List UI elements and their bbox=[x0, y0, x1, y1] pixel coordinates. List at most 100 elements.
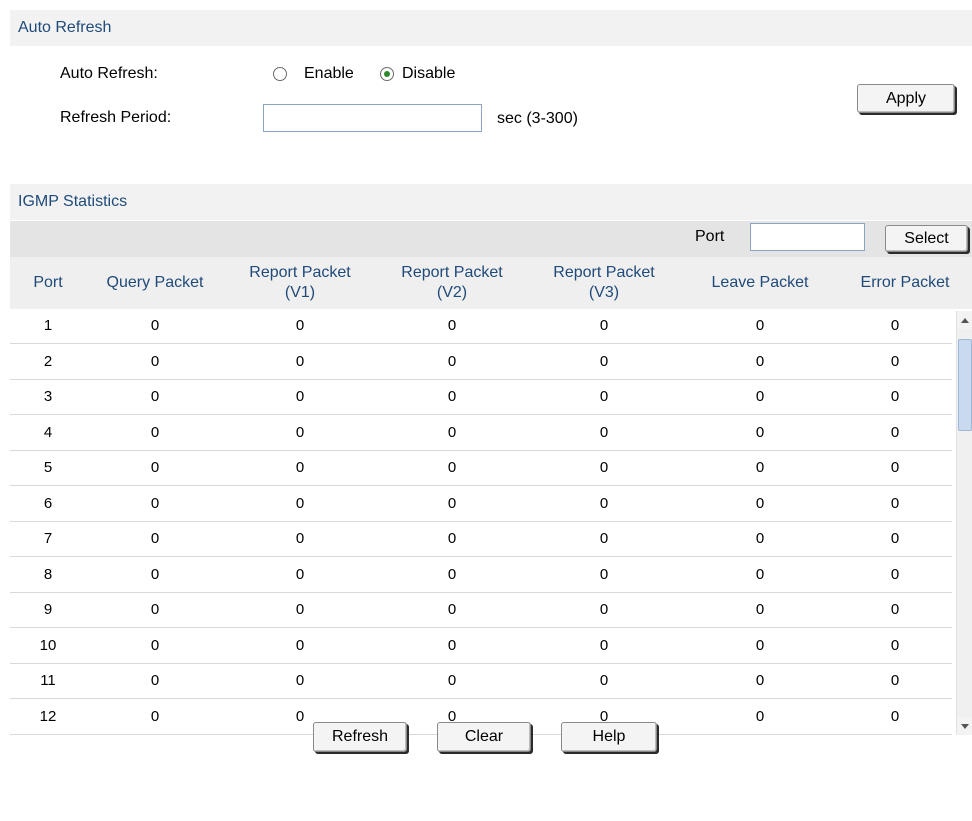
cell-report-packet-v2: 0 bbox=[447, 494, 457, 512]
disable-radio[interactable] bbox=[380, 67, 394, 81]
igmp-statistics-section-title: IGMP Statistics bbox=[10, 184, 972, 220]
table-row: 10 0 0 0 0 0 0 bbox=[10, 629, 952, 664]
cell-query-packet: 0 bbox=[150, 352, 160, 370]
table-row: 6 0 0 0 0 0 0 bbox=[10, 487, 952, 522]
refresh-period-input[interactable] bbox=[263, 104, 482, 132]
cell-report-packet-v1: 0 bbox=[295, 352, 305, 370]
cell-report-packet-v2: 0 bbox=[447, 352, 457, 370]
cell-leave-packet: 0 bbox=[755, 494, 765, 512]
cell-error-packet: 0 bbox=[890, 352, 900, 370]
cell-query-packet: 0 bbox=[150, 707, 160, 725]
cell-port: 5 bbox=[43, 459, 53, 476]
apply-button[interactable]: Apply bbox=[857, 84, 955, 113]
cell-report-packet-v2: 0 bbox=[447, 459, 457, 476]
port-filter-bar: Port Select bbox=[10, 221, 972, 257]
enable-radio[interactable] bbox=[273, 67, 287, 81]
cell-leave-packet: 0 bbox=[755, 636, 765, 654]
port-filter-input[interactable] bbox=[750, 223, 865, 251]
column-header-leave-packet: Leave Packet bbox=[711, 274, 809, 291]
clear-button[interactable]: Clear bbox=[437, 722, 531, 752]
cell-leave-packet: 0 bbox=[755, 530, 765, 547]
cell-report-packet-v3: 0 bbox=[599, 636, 609, 654]
cell-port: 3 bbox=[43, 388, 53, 405]
cell-report-packet-v1: 0 bbox=[295, 636, 305, 654]
statistics-table-body: 1000000200000030000004000000500000060000… bbox=[10, 309, 972, 735]
cell-error-packet: 0 bbox=[890, 565, 900, 583]
cell-port: 7 bbox=[43, 530, 53, 547]
cell-query-packet: 0 bbox=[150, 636, 160, 654]
column-header-query-packet: Query Packet bbox=[106, 274, 204, 291]
cell-report-packet-v3: 0 bbox=[599, 565, 609, 583]
refresh-button[interactable]: Refresh bbox=[313, 722, 407, 752]
auto-refresh-label: Auto Refresh: bbox=[60, 65, 158, 82]
cell-report-packet-v1: 0 bbox=[295, 317, 305, 334]
cell-query-packet: 0 bbox=[150, 601, 160, 618]
cell-error-packet: 0 bbox=[890, 388, 900, 405]
column-header-port: Port bbox=[33, 274, 63, 291]
cell-report-packet-v2: 0 bbox=[447, 317, 457, 334]
port-filter-label: Port bbox=[695, 228, 725, 245]
cell-query-packet: 0 bbox=[150, 530, 160, 547]
cell-report-packet-v3: 0 bbox=[599, 494, 609, 512]
cell-leave-packet: 0 bbox=[755, 565, 765, 583]
disable-radio-label[interactable]: Disable bbox=[402, 65, 455, 83]
cell-port: 8 bbox=[43, 565, 53, 583]
cell-report-packet-v2: 0 bbox=[447, 530, 457, 547]
cell-port: 1 bbox=[43, 317, 53, 334]
refresh-period-label: Refresh Period: bbox=[60, 109, 172, 126]
cell-port: 4 bbox=[43, 423, 53, 441]
table-row: 11 0 0 0 0 0 0 bbox=[10, 664, 952, 699]
table-row: 4 0 0 0 0 0 0 bbox=[10, 416, 952, 451]
cell-query-packet: 0 bbox=[150, 423, 160, 441]
cell-report-packet-v2: 0 bbox=[447, 636, 457, 654]
cell-report-packet-v3: 0 bbox=[599, 317, 609, 334]
enable-radio-label[interactable]: Enable bbox=[304, 65, 354, 83]
cell-leave-packet: 0 bbox=[755, 707, 765, 725]
cell-report-packet-v3: 0 bbox=[599, 530, 609, 547]
cell-port: 12 bbox=[39, 707, 57, 725]
cell-port: 6 bbox=[43, 494, 53, 512]
cell-port: 9 bbox=[43, 601, 53, 618]
cell-query-packet: 0 bbox=[150, 317, 160, 334]
column-header-report-packet-v3: Report Packet (V3) bbox=[553, 264, 655, 301]
cell-query-packet: 0 bbox=[150, 494, 160, 512]
cell-port: 11 bbox=[40, 672, 56, 689]
table-row: 5 0 0 0 0 0 0 bbox=[10, 451, 952, 486]
cell-report-packet-v2: 0 bbox=[447, 672, 457, 689]
table-row: 1 0 0 0 0 0 0 bbox=[10, 309, 952, 344]
cell-leave-packet: 0 bbox=[755, 317, 765, 334]
cell-report-packet-v2: 0 bbox=[447, 565, 457, 583]
scrollbar-thumb[interactable] bbox=[958, 339, 972, 431]
scroll-down-icon[interactable] bbox=[957, 717, 972, 735]
cell-leave-packet: 0 bbox=[755, 388, 765, 405]
cell-error-packet: 0 bbox=[890, 317, 900, 334]
cell-report-packet-v3: 0 bbox=[599, 459, 609, 476]
table-row: 2 0 0 0 0 0 0 bbox=[10, 345, 952, 380]
cell-report-packet-v1: 0 bbox=[295, 565, 305, 583]
cell-report-packet-v2: 0 bbox=[447, 423, 457, 441]
auto-refresh-section-title: Auto Refresh bbox=[10, 10, 972, 46]
column-header-report-packet-v2: Report Packet (V2) bbox=[401, 264, 503, 301]
column-header-report-packet-v1: Report Packet (V1) bbox=[249, 264, 351, 301]
cell-query-packet: 0 bbox=[150, 672, 160, 689]
help-button[interactable]: Help bbox=[561, 722, 657, 752]
cell-report-packet-v2: 0 bbox=[447, 601, 457, 618]
column-header-error-packet: Error Packet bbox=[860, 274, 950, 291]
cell-error-packet: 0 bbox=[890, 601, 900, 618]
select-button[interactable]: Select bbox=[885, 225, 968, 252]
cell-error-packet: 0 bbox=[890, 636, 900, 654]
cell-leave-packet: 0 bbox=[755, 672, 765, 689]
cell-error-packet: 0 bbox=[890, 494, 900, 512]
table-row: 8 0 0 0 0 0 0 bbox=[10, 558, 952, 593]
cell-report-packet-v1: 0 bbox=[295, 423, 305, 441]
cell-error-packet: 0 bbox=[890, 423, 900, 441]
cell-report-packet-v1: 0 bbox=[295, 530, 305, 547]
table-scrollbar[interactable] bbox=[956, 311, 972, 735]
cell-report-packet-v3: 0 bbox=[599, 672, 609, 689]
cell-error-packet: 0 bbox=[890, 707, 900, 725]
scroll-up-icon[interactable] bbox=[957, 311, 972, 329]
table-row: 3 0 0 0 0 0 0 bbox=[10, 380, 952, 415]
cell-report-packet-v3: 0 bbox=[599, 352, 609, 370]
cell-report-packet-v1: 0 bbox=[295, 459, 305, 476]
refresh-period-unit-hint: sec (3-300) bbox=[497, 110, 578, 127]
